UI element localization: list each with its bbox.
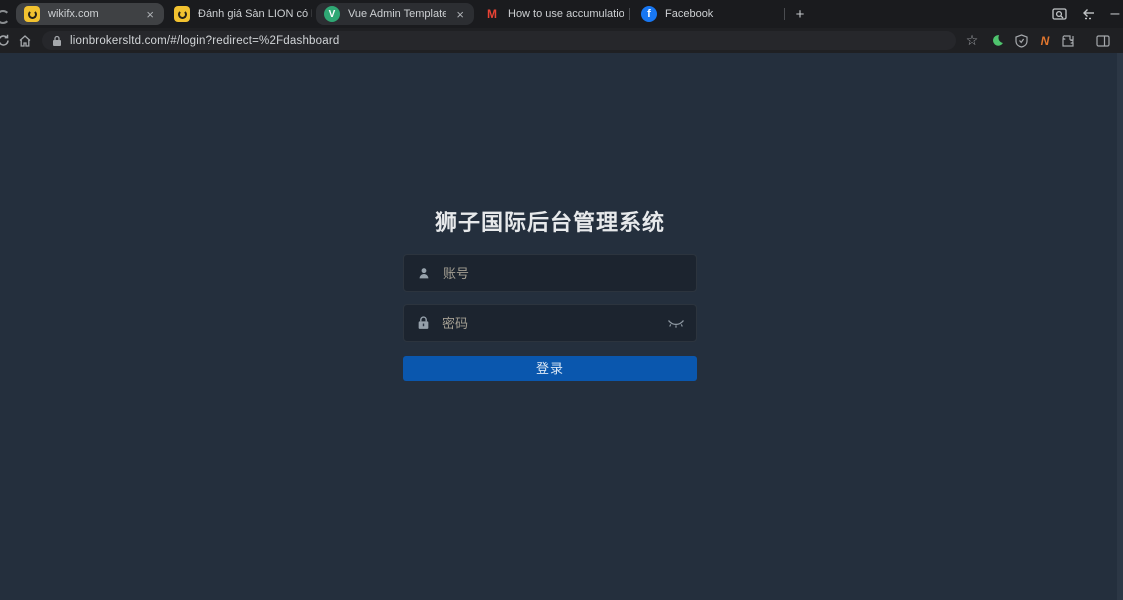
- dark-mode-moon-icon[interactable]: [986, 28, 1008, 53]
- tab-title: Facebook: [665, 8, 714, 20]
- wikifx-favicon: [24, 6, 40, 22]
- https-lock-icon: [53, 35, 61, 46]
- eye-closed-icon[interactable]: [667, 318, 685, 329]
- password-field[interactable]: [403, 304, 697, 342]
- user-icon: [419, 268, 429, 279]
- browser-toolbar: lionbrokersltd.com/#/login?redirect=%2Fd…: [0, 28, 1123, 77]
- facebook-favicon: f: [641, 6, 657, 22]
- tab-facebook[interactable]: f Facebook: [633, 3, 729, 25]
- lock-icon: [418, 316, 429, 329]
- tab-title: Vue Admin Template: [348, 8, 447, 20]
- tab-wikifx[interactable]: wikifx.com ×: [16, 3, 164, 25]
- bookmark-star-icon[interactable]: ☆: [961, 28, 983, 53]
- minimize-button[interactable]: –: [1102, 0, 1123, 28]
- gmail-favicon: M: [487, 7, 497, 21]
- tab-vue-admin-active[interactable]: V Vue Admin Template ×: [316, 3, 474, 25]
- tab-search-icon[interactable]: [1046, 0, 1072, 28]
- page-scrollbar[interactable]: [1117, 53, 1123, 600]
- vue-favicon: V: [324, 6, 340, 22]
- address-bar[interactable]: lionbrokersltd.com/#/login?redirect=%2Fd…: [42, 31, 956, 50]
- login-page: 狮子国际后台管理系统 登录: [0, 53, 1123, 600]
- tab-separator: [629, 8, 630, 20]
- wikifx-favicon: [174, 6, 190, 22]
- tab-gmail[interactable]: M How to use accumulation, manipu: [476, 3, 624, 25]
- browser-window: wikifx.com × Đánh giá Sàn LION có lừa đả…: [0, 0, 1123, 600]
- tab-danh-gia[interactable]: Đánh giá Sàn LION có lừa đảo kh: [166, 3, 312, 25]
- password-input[interactable]: [440, 314, 696, 332]
- tab-strip: wikifx.com × Đánh giá Sàn LION có lừa đả…: [0, 0, 1123, 28]
- tab-title: wikifx.com: [48, 8, 99, 20]
- arrow-back-dotted-icon[interactable]: [1075, 0, 1101, 28]
- page-title: 狮子国际后台管理系统: [434, 210, 665, 235]
- home-icon[interactable]: [14, 28, 36, 53]
- tab-separator: [784, 8, 785, 20]
- login-button[interactable]: 登录: [403, 356, 697, 381]
- extensions-puzzle-icon[interactable]: [1057, 28, 1079, 53]
- close-icon[interactable]: ×: [144, 8, 156, 21]
- username-field[interactable]: [403, 254, 697, 292]
- new-tab-button[interactable]: +: [789, 3, 811, 25]
- side-panel-icon[interactable]: [1092, 28, 1114, 53]
- shield-extension-icon[interactable]: [1010, 28, 1032, 53]
- username-input[interactable]: [441, 264, 696, 282]
- tab-title: Đánh giá Sàn LION có lừa đảo kh: [198, 8, 312, 20]
- url-text: lionbrokersltd.com/#/login?redirect=%2Fd…: [70, 34, 340, 47]
- close-icon[interactable]: ×: [454, 8, 466, 21]
- n-extension-icon[interactable]: N: [1034, 28, 1056, 53]
- tab-title: How to use accumulation, manipu: [508, 8, 624, 20]
- reload-icon[interactable]: [0, 28, 14, 53]
- cut-off-left-icon: [0, 10, 10, 24]
